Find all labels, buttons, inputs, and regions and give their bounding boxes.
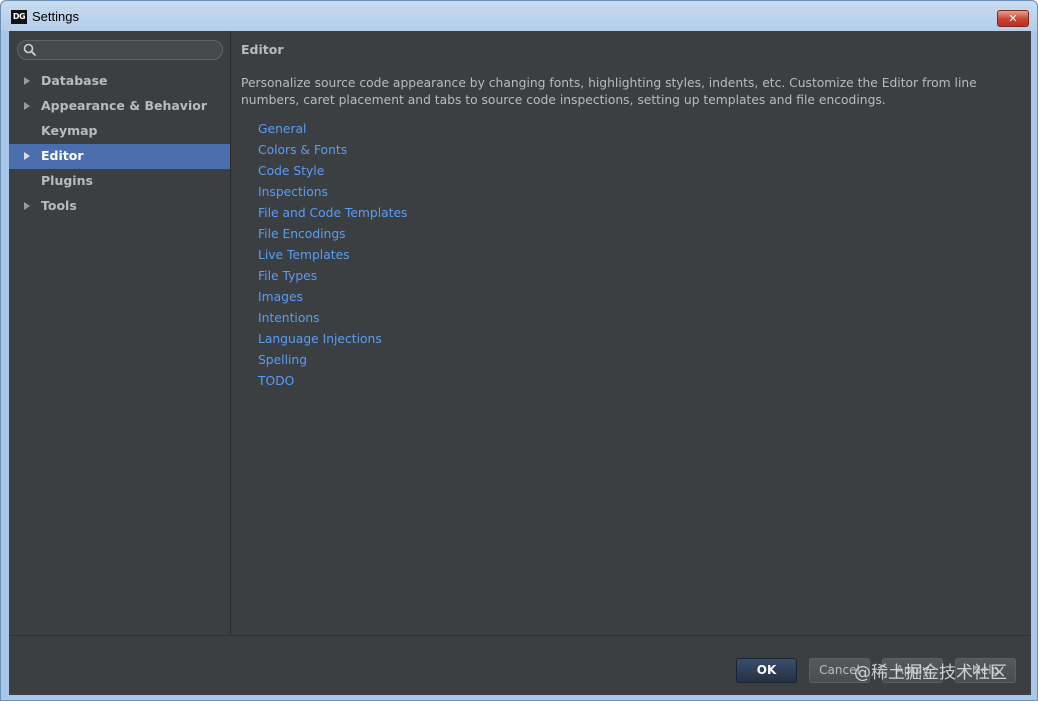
link-language-injections[interactable]: Language Injections — [258, 329, 407, 350]
link-code-style[interactable]: Code Style — [258, 161, 407, 182]
link-general[interactable]: General — [258, 119, 407, 140]
link-inspections[interactable]: Inspections — [258, 182, 407, 203]
expand-arrow-icon[interactable] — [24, 77, 30, 85]
settings-tree: Database Appearance & Behavior Keymap Ed… — [9, 69, 230, 219]
dialog-body: Database Appearance & Behavior Keymap Ed… — [9, 31, 1031, 695]
expand-arrow-icon[interactable] — [24, 152, 30, 160]
expand-arrow-icon[interactable] — [24, 102, 30, 110]
sidebar-item-label: Plugins — [41, 173, 93, 188]
settings-sidebar: Database Appearance & Behavior Keymap Ed… — [9, 31, 231, 635]
link-todo[interactable]: TODO — [258, 371, 407, 392]
sidebar-item-label: Editor — [41, 148, 84, 163]
link-intentions[interactable]: Intentions — [258, 308, 407, 329]
sidebar-item-label: Keymap — [41, 123, 98, 138]
apply-button[interactable]: Apply — [882, 658, 943, 683]
link-colors-fonts[interactable]: Colors & Fonts — [258, 140, 407, 161]
sidebar-item-tools[interactable]: Tools — [9, 194, 230, 219]
link-file-code-templates[interactable]: File and Code Templates — [258, 203, 407, 224]
sidebar-item-editor[interactable]: Editor — [9, 144, 230, 169]
link-images[interactable]: Images — [258, 287, 407, 308]
link-file-types[interactable]: File Types — [258, 266, 407, 287]
expand-arrow-icon[interactable] — [24, 202, 30, 210]
sidebar-item-label: Tools — [41, 198, 77, 213]
search-box[interactable] — [17, 40, 223, 60]
cancel-button[interactable]: Cancel — [809, 658, 870, 683]
sidebar-item-label: Database — [41, 73, 108, 88]
sidebar-item-label: Appearance & Behavior — [41, 98, 207, 113]
help-button[interactable]: Help — [955, 658, 1016, 683]
ok-button[interactable]: OK — [736, 658, 797, 683]
sidebar-item-keymap[interactable]: Keymap — [9, 119, 230, 144]
page-title: Editor — [241, 42, 284, 57]
search-icon — [23, 43, 37, 57]
close-button[interactable]: ✕ — [997, 10, 1029, 27]
editor-links-list: General Colors & Fonts Code Style Inspec… — [258, 119, 407, 392]
window-title: Settings — [32, 9, 79, 24]
settings-content: Editor Personalize source code appearanc… — [231, 31, 1031, 635]
link-spelling[interactable]: Spelling — [258, 350, 407, 371]
settings-window: DG Settings ✕ Database Appearance & Beha — [0, 0, 1038, 701]
sidebar-item-database[interactable]: Database — [9, 69, 230, 94]
link-file-encodings[interactable]: File Encodings — [258, 224, 407, 245]
search-input[interactable] — [40, 42, 216, 58]
dialog-footer: OK Cancel Apply Help — [9, 635, 1031, 695]
sidebar-item-plugins[interactable]: Plugins — [9, 169, 230, 194]
sidebar-item-appearance-behavior[interactable]: Appearance & Behavior — [9, 94, 230, 119]
page-description: Personalize source code appearance by ch… — [241, 76, 977, 107]
datagrip-app-icon: DG — [11, 10, 27, 24]
title-bar[interactable]: DG Settings ✕ — [1, 1, 1037, 31]
link-live-templates[interactable]: Live Templates — [258, 245, 407, 266]
